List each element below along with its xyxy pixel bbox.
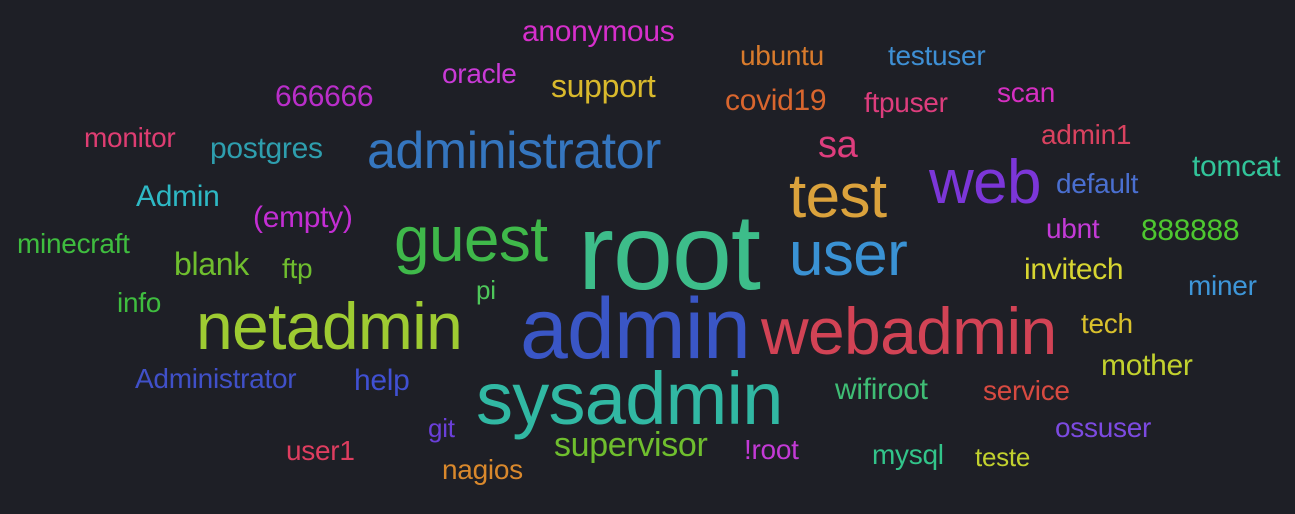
cloud-word: info bbox=[117, 287, 162, 318]
cloud-word: sa bbox=[818, 124, 858, 166]
cloud-word: blank bbox=[174, 246, 249, 282]
cloud-word: pi bbox=[476, 275, 496, 305]
cloud-word: scan bbox=[997, 77, 1056, 108]
cloud-word: testuser bbox=[888, 40, 986, 71]
cloud-word: ftpuser bbox=[864, 87, 948, 118]
cloud-word: ubnt bbox=[1046, 213, 1100, 244]
cloud-word: nagios bbox=[442, 454, 523, 485]
cloud-word: mysql bbox=[872, 439, 944, 470]
cloud-word: teste bbox=[975, 442, 1031, 472]
cloud-word: invitech bbox=[1024, 253, 1124, 286]
cloud-word: postgres bbox=[210, 132, 323, 165]
cloud-word: test bbox=[789, 162, 887, 231]
cloud-word: 888888 bbox=[1141, 214, 1240, 247]
cloud-word: anonymous bbox=[522, 15, 675, 48]
cloud-word: sysadmin bbox=[476, 357, 783, 440]
cloud-word: netadmin bbox=[196, 289, 463, 363]
cloud-word: admin1 bbox=[1041, 119, 1132, 150]
cloud-word: web bbox=[929, 148, 1042, 217]
cloud-word: guest bbox=[394, 203, 548, 275]
cloud-word: Administrator bbox=[135, 363, 297, 394]
word-cloud: root admin sysadmin webadmin netadmin guest us… bbox=[0, 0, 1295, 514]
cloud-word: git bbox=[428, 413, 455, 443]
cloud-word: ossuser bbox=[1055, 412, 1152, 443]
cloud-word: ftp bbox=[282, 253, 313, 284]
cloud-word: user1 bbox=[286, 435, 355, 466]
cloud-word: administrator bbox=[367, 122, 661, 180]
cloud-word: webadmin bbox=[761, 294, 1057, 368]
cloud-word: covid19 bbox=[725, 84, 827, 117]
cloud-word: (empty) bbox=[253, 201, 353, 234]
cloud-word: Admin bbox=[136, 180, 220, 213]
cloud-word: !root bbox=[744, 434, 799, 465]
cloud-word: monitor bbox=[84, 122, 176, 153]
cloud-word: oracle bbox=[442, 58, 517, 89]
cloud-word: tech bbox=[1081, 308, 1133, 339]
cloud-word: tomcat bbox=[1192, 150, 1281, 183]
cloud-word: mother bbox=[1101, 349, 1193, 382]
cloud-word: miner bbox=[1188, 270, 1257, 301]
cloud-word: support bbox=[551, 68, 656, 104]
cloud-word: help bbox=[354, 364, 410, 397]
cloud-word: minecraft bbox=[17, 228, 130, 259]
cloud-word: wifiroot bbox=[835, 373, 928, 406]
cloud-word: 666666 bbox=[275, 80, 374, 113]
cloud-word: user bbox=[789, 220, 908, 289]
cloud-word: default bbox=[1056, 168, 1139, 199]
cloud-word: ubuntu bbox=[740, 40, 824, 71]
cloud-word: supervisor bbox=[554, 426, 708, 464]
cloud-word: service bbox=[983, 375, 1070, 406]
